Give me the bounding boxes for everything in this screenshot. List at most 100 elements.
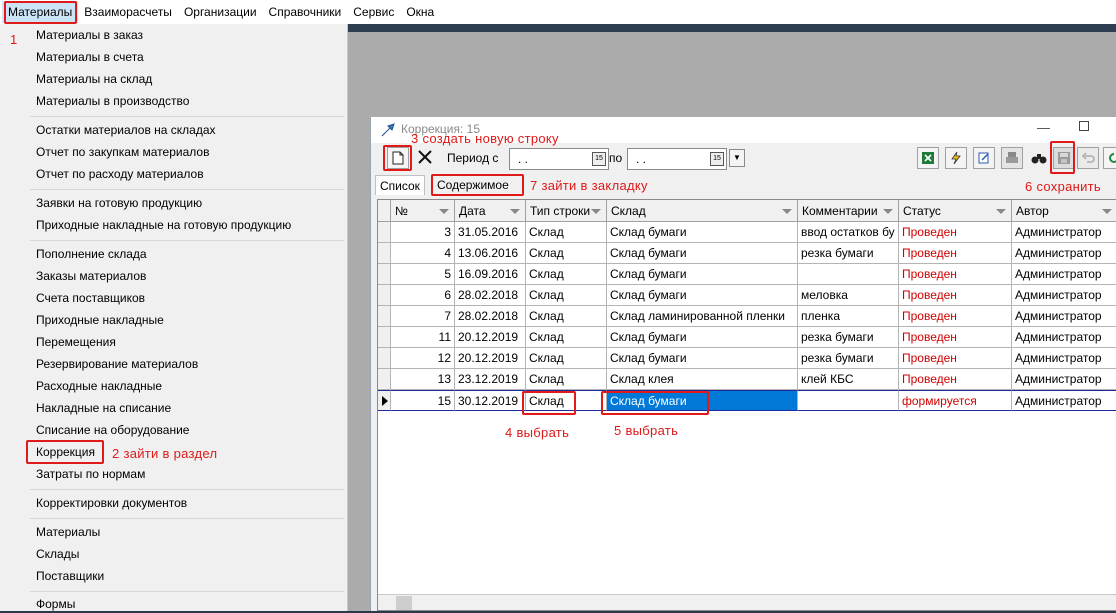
cell-date[interactable]: 13.06.2016 [455, 243, 526, 264]
row-indicator[interactable] [378, 264, 391, 285]
cell-author[interactable]: Администратор [1012, 285, 1116, 306]
cell-status[interactable]: Проведен [899, 222, 1012, 243]
row-indicator[interactable] [378, 369, 391, 390]
menu-item-write-off-invoices[interactable]: Накладные на списание [36, 399, 171, 417]
date-to-field[interactable]: . . 15 [627, 148, 727, 170]
table-row[interactable]: 11 20.12.2019 Склад Склад бумаги резка бумаг… [378, 327, 1116, 348]
menu-references[interactable]: Справочники [263, 1, 348, 23]
cell-warehouse[interactable]: Склад бумаги [607, 348, 798, 369]
column-header-author[interactable]: Автор [1012, 200, 1116, 222]
cell-date[interactable]: 23.12.2019 [455, 369, 526, 390]
menu-item-materials-to-production[interactable]: Материалы в производство [36, 92, 189, 110]
print-button[interactable] [1001, 147, 1023, 169]
row-indicator[interactable] [378, 348, 391, 369]
menu-item-material-reservation[interactable]: Резервирование материалов [36, 355, 198, 373]
table-row[interactable]: 3 31.05.2016 Склад Склад бумаги ввод остатко… [378, 222, 1116, 243]
menu-item-supplier-invoices[interactable]: Счета поставщиков [36, 289, 145, 307]
table-row[interactable]: 4 13.06.2016 Склад Склад бумаги резка бумаги… [378, 243, 1116, 264]
tab-list[interactable]: Список [375, 175, 425, 195]
cell-status[interactable]: Проведен [899, 264, 1012, 285]
menu-item-finished-goods-requests[interactable]: Заявки на готовую продукцию [36, 194, 202, 212]
menu-item-purchase-report[interactable]: Отчет по закупкам материалов [36, 143, 209, 161]
cell-warehouse[interactable]: Склад клея [607, 369, 798, 390]
row-indicator[interactable] [378, 285, 391, 306]
table-row[interactable]: 15 30.12.2019 Склад Склад бумаги формируется… [378, 390, 1116, 411]
period-dropdown-arrow[interactable]: ▼ [729, 149, 745, 167]
cell-warehouse[interactable]: Склад бумаги [607, 243, 798, 264]
cell-date[interactable]: 28.02.2018 [455, 285, 526, 306]
row-indicator[interactable] [378, 243, 391, 264]
cell-number[interactable]: 13 [391, 369, 455, 390]
cell-author[interactable]: Администратор [1012, 243, 1116, 264]
cell-comment[interactable]: ввод остатков бу [798, 222, 899, 243]
menu-item-materials-to-warehouse[interactable]: Материалы на склад [36, 70, 152, 88]
delete-button[interactable] [417, 149, 435, 167]
table-row[interactable]: 12 20.12.2019 Склад Склад бумаги резка бумаг… [378, 348, 1116, 369]
undo-button[interactable] [1077, 147, 1099, 169]
menu-item-materials[interactable]: Материалы [36, 523, 100, 541]
find-button[interactable] [1031, 150, 1047, 169]
cell-warehouse[interactable]: Склад бумаги [607, 222, 798, 243]
cell-row-type[interactable]: Склад [526, 348, 607, 369]
row-indicator[interactable] [378, 390, 391, 411]
menu-item-standard-costs[interactable]: Затраты по нормам [36, 465, 145, 483]
cell-row-type[interactable]: Склад [526, 306, 607, 327]
cell-number[interactable]: 12 [391, 348, 455, 369]
cell-comment[interactable]: пленка [798, 306, 899, 327]
menu-item-equipment-write-off[interactable]: Списание на оборудование [36, 421, 189, 439]
table-row[interactable]: 5 16.09.2016 Склад Склад бумаги Проведен Адми… [378, 264, 1116, 285]
refresh-button[interactable] [1103, 147, 1116, 169]
date-from-field[interactable]: . . 15 [509, 148, 609, 170]
cell-number[interactable]: 15 [391, 390, 455, 411]
cell-comment[interactable] [798, 264, 899, 285]
cell-date[interactable]: 20.12.2019 [455, 348, 526, 369]
cell-row-type[interactable]: Склад [526, 222, 607, 243]
menu-item-materials-to-order[interactable]: Материалы в заказ [36, 26, 143, 44]
cell-row-type[interactable]: Склад [526, 369, 607, 390]
cell-comment[interactable]: меловка [798, 285, 899, 306]
menu-item-warehouses[interactable]: Склады [36, 545, 79, 563]
menu-organizations[interactable]: Организации [178, 1, 263, 23]
table-row[interactable]: 13 23.12.2019 Склад Склад клея клей КБС Прове… [378, 369, 1116, 390]
menu-item-material-orders[interactable]: Заказы материалов [36, 267, 146, 285]
column-header-row-type[interactable]: Тип строки [526, 200, 607, 222]
menu-windows[interactable]: Окна [400, 1, 440, 23]
cell-author[interactable]: Администратор [1012, 222, 1116, 243]
row-indicator[interactable] [378, 327, 391, 348]
cell-comment[interactable]: резка бумаги [798, 243, 899, 264]
row-indicator[interactable] [378, 306, 391, 327]
column-header-warehouse[interactable]: Склад [607, 200, 798, 222]
minimize-icon[interactable]: — [1037, 120, 1050, 135]
cell-author[interactable]: Администратор [1012, 264, 1116, 285]
process-button[interactable] [945, 147, 967, 169]
column-header-number[interactable]: № [391, 200, 455, 222]
scrollbar-thumb[interactable] [396, 596, 412, 610]
menu-item-materials-to-invoices[interactable]: Материалы в счета [36, 48, 144, 66]
cell-row-type[interactable]: Склад [526, 264, 607, 285]
cell-number[interactable]: 7 [391, 306, 455, 327]
menu-item-forms[interactable]: Формы [36, 595, 75, 613]
cell-status[interactable]: Проведен [899, 327, 1012, 348]
excel-export-button[interactable] [917, 147, 939, 169]
menu-item-document-adjustments[interactable]: Корректировки документов [36, 494, 187, 512]
cell-date[interactable]: 16.09.2016 [455, 264, 526, 285]
menu-item-expense-invoices[interactable]: Расходные накладные [36, 377, 162, 395]
cell-number[interactable]: 11 [391, 327, 455, 348]
row-indicator[interactable] [378, 222, 391, 243]
cell-author[interactable]: Администратор [1012, 348, 1116, 369]
cell-author[interactable]: Администратор [1012, 369, 1116, 390]
cell-comment[interactable] [798, 390, 899, 411]
cell-date[interactable]: 30.12.2019 [455, 390, 526, 411]
cell-comment[interactable]: резка бумаги [798, 348, 899, 369]
column-header-comments[interactable]: Комментарии [798, 200, 899, 222]
cell-number[interactable]: 6 [391, 285, 455, 306]
cell-status[interactable]: формируется [899, 390, 1012, 411]
column-header-date[interactable]: Дата [455, 200, 526, 222]
cell-warehouse[interactable]: Склад ламинированной пленки [607, 306, 798, 327]
cell-author[interactable]: Администратор [1012, 306, 1116, 327]
cell-status[interactable]: Проведен [899, 369, 1012, 390]
column-header-status[interactable]: Статус [899, 200, 1012, 222]
cell-date[interactable]: 31.05.2016 [455, 222, 526, 243]
calendar-icon[interactable]: 15 [592, 152, 606, 166]
table-row[interactable]: 6 28.02.2018 Склад Склад бумаги меловка Прове… [378, 285, 1116, 306]
